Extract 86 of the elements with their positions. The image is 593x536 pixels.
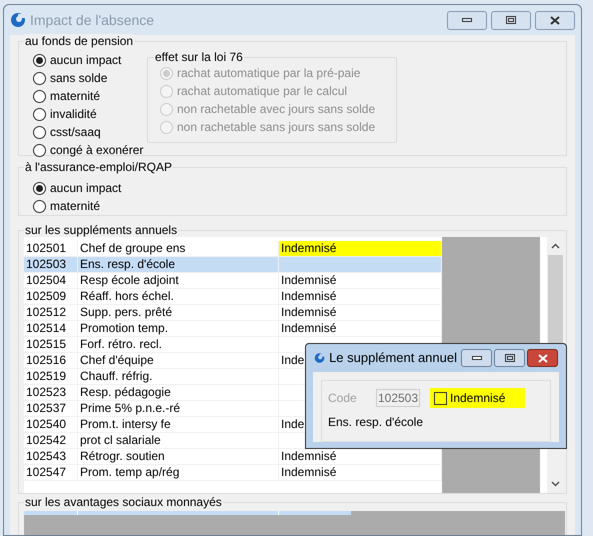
close-button[interactable] xyxy=(527,349,558,367)
group-title: sur les avantages sociaux monnayés xyxy=(24,495,223,509)
minimize-button[interactable] xyxy=(447,10,487,30)
table-cell: 102503 xyxy=(24,257,78,272)
table-row[interactable]: 102547 Prom. temp ap/rég Indemnisé xyxy=(24,465,442,481)
table-row[interactable]: 102503 Ens. resp. d'école xyxy=(24,257,442,273)
table-cell: Réaff. hors échel. xyxy=(78,289,279,304)
table-cell: Indemnisé xyxy=(279,241,442,256)
maximize-button[interactable] xyxy=(491,10,531,30)
close-button[interactable] xyxy=(535,10,575,30)
table-row[interactable]: 102504 Resp école adjoint Indemnisé xyxy=(24,273,442,289)
radio-label: non rachetable sans jours sans solde xyxy=(177,119,376,136)
radio-label: sans solde xyxy=(50,70,108,87)
app-logo-icon xyxy=(10,12,26,28)
table-cell: Prom. temp ap/rég xyxy=(78,465,279,480)
table-cell: 102542 xyxy=(24,433,78,448)
radio-label: invalidité xyxy=(50,106,97,123)
radio-button[interactable] xyxy=(33,200,46,212)
scrollbar-thumb[interactable] xyxy=(548,255,564,345)
table-cell: 102516 xyxy=(24,353,78,368)
table-cell: 102514 xyxy=(24,321,78,336)
table-cell: Chauff. réfrig. xyxy=(78,369,279,384)
table-cell: 102501 xyxy=(24,241,78,256)
group-title: à l'assurance-emploi/RQAP xyxy=(24,160,174,174)
table-cell: Rétrogr. soutien xyxy=(78,449,279,464)
table-cell: Prime 5% p.n.e.-ré xyxy=(78,401,279,416)
table-cell: Resp école adjoint xyxy=(78,273,279,288)
scroll-down-icon[interactable] xyxy=(551,481,560,487)
table-cell: Ens. resp. d'école xyxy=(78,257,279,272)
checkbox-box[interactable] xyxy=(434,392,447,404)
scroll-up-icon[interactable] xyxy=(551,243,560,249)
radio-button[interactable] xyxy=(33,108,46,120)
radio-button[interactable] xyxy=(33,90,46,102)
table-cell: 102547 xyxy=(24,465,78,480)
checkbox[interactable]: Indemnisé xyxy=(430,388,526,408)
radio-label: maternité xyxy=(50,198,100,215)
table-cell: 102515 xyxy=(24,337,78,352)
table-cell: Supp. pers. prêté xyxy=(78,305,279,320)
radio-button[interactable] xyxy=(33,182,46,194)
minimize-icon xyxy=(472,356,482,360)
maximize-icon xyxy=(504,354,514,362)
radio-label: non rachetable avec jours sans solde xyxy=(177,101,376,118)
group-title: au fonds de pension xyxy=(24,34,134,48)
radio-label: rachat automatique par le calcul xyxy=(177,83,348,100)
radio-label: csst/saaq xyxy=(50,124,101,141)
checkbox-label: Indemnisé xyxy=(450,390,506,407)
radio-button[interactable] xyxy=(33,126,46,138)
radio-button[interactable] xyxy=(33,72,46,84)
group-title: sur les suppléments annuels xyxy=(24,223,178,237)
table-cell: 102512 xyxy=(24,305,78,320)
radio-label: congé à exonérer xyxy=(50,142,144,159)
table-row[interactable]: 102514 Promotion temp. Indemnisé xyxy=(24,321,442,337)
radio-label: aucun impact xyxy=(50,180,122,197)
table-row[interactable]: 102543 Rétrogr. soutien Indemnisé xyxy=(24,449,442,465)
table-cell: 102543 xyxy=(24,449,78,464)
table-row[interactable]: 102509 Réaff. hors échel. Indemnisé xyxy=(24,289,442,305)
table-cell: 102540 xyxy=(24,417,78,432)
maximize-icon xyxy=(506,16,516,24)
radio-label: aucun impact xyxy=(50,52,122,69)
table-row[interactable]: 102501 Chef de groupe ens Indemnisé xyxy=(24,241,442,257)
close-icon xyxy=(550,16,560,24)
minimize-button[interactable] xyxy=(461,349,492,367)
table-cell: 102519 xyxy=(24,369,78,384)
radio-label: maternité xyxy=(50,88,100,105)
code-field[interactable]: 102503 xyxy=(376,389,420,407)
table-row[interactable]: 102512 Supp. pers. prêté Indemnisé xyxy=(24,305,442,321)
table-cell: Prom.t. intersy fe xyxy=(78,417,279,432)
window-title: Impact de l'absence xyxy=(30,10,154,30)
table-cell: Chef d'équipe xyxy=(78,353,279,368)
table-cell: 102523 xyxy=(24,385,78,400)
radio-label: rachat automatique par la pré-paie xyxy=(177,65,360,82)
table-cell: Promotion temp. xyxy=(78,321,279,336)
table-cell: 102537 xyxy=(24,401,78,416)
table-cell: 102504 xyxy=(24,273,78,288)
table-cell: Forf. rétro. recl. xyxy=(78,337,279,352)
maximize-button[interactable] xyxy=(494,349,525,367)
table-cell: 102509 xyxy=(24,289,78,304)
group-title: effet sur la loi 76 xyxy=(154,50,244,64)
radio-button[interactable] xyxy=(33,54,46,66)
app-logo-icon xyxy=(314,350,326,366)
description-text: Ens. resp. d'école xyxy=(328,414,424,431)
radio-button[interactable] xyxy=(33,144,46,156)
minimize-icon xyxy=(462,18,472,22)
table-cell: prot cl salariale xyxy=(78,433,279,448)
table-cell: Resp. pédagogie xyxy=(78,385,279,400)
close-icon xyxy=(538,354,548,362)
